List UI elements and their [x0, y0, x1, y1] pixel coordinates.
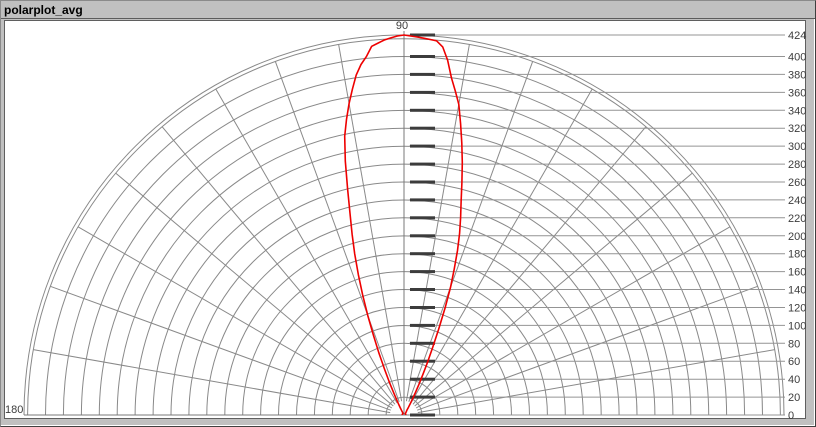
plot-window: polarplot_avg 0 20 40 60 80 100 120 140 160 180 20…	[0, 0, 816, 427]
window-title: polarplot_avg	[4, 3, 83, 17]
plot-canvas	[4, 20, 806, 419]
title-bar[interactable]: polarplot_avg	[1, 1, 815, 19]
